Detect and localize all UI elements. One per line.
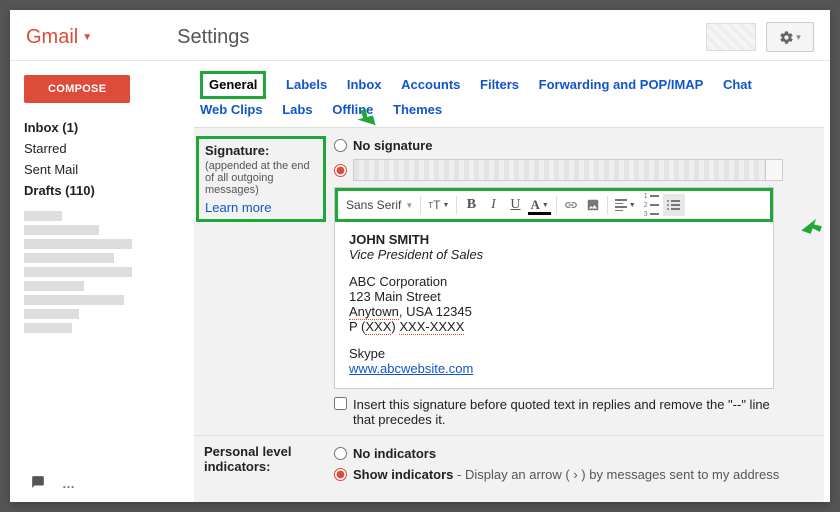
bullet-list-button[interactable] <box>663 194 685 216</box>
chevron-down-icon: ▼ <box>405 201 413 210</box>
gear-icon <box>779 30 794 45</box>
font-family-select[interactable]: Sans Serif ▼ <box>342 194 417 216</box>
signature-sublabel: (appended at the end of all outgoing mes… <box>205 160 317 196</box>
show-indicators-desc: - Display an arrow ( › ) by messages sen… <box>453 467 779 482</box>
chevron-down-icon: ▾ <box>796 32 801 43</box>
tab-web-clips[interactable]: Web Clips <box>200 99 263 121</box>
nav-drafts[interactable]: Drafts (110) <box>24 180 190 201</box>
show-indicators-label: Show indicators <box>353 467 453 482</box>
account-indicator[interactable] <box>706 23 756 51</box>
numbered-list-icon: 1 2 3 <box>644 193 659 218</box>
bullet-list-icon <box>667 200 680 210</box>
indicators-label: Personal level indicators: <box>204 444 291 474</box>
signature-learn-more[interactable]: Learn more <box>205 200 317 215</box>
insert-link-button[interactable] <box>560 194 582 216</box>
font-size-button[interactable]: TT▼ <box>424 194 453 216</box>
sig-website[interactable]: www.abcwebsite.com <box>349 361 473 376</box>
bold-button[interactable]: B <box>460 194 482 216</box>
nav-inbox[interactable]: Inbox (1) <box>24 117 190 138</box>
sig-phone: P (XXX) XXX-XXXX <box>349 319 759 334</box>
insert-before-option[interactable]: Insert this signature before quoted text… <box>334 397 774 427</box>
settings-gear-button[interactable]: ▾ <box>766 22 814 52</box>
signature-label: Signature: <box>205 143 269 158</box>
insert-before-checkbox[interactable] <box>334 397 347 410</box>
no-indicators-option[interactable]: No indicators <box>334 446 814 461</box>
italic-button[interactable]: I <box>482 194 504 216</box>
text-color-button[interactable]: A▼ <box>526 194 552 216</box>
sig-company: ABC Corporation <box>349 274 759 289</box>
align-button[interactable]: ▼ <box>611 194 640 216</box>
numbered-list-button[interactable]: 1 2 3 <box>640 194 663 216</box>
compose-button[interactable]: COMPOSE <box>24 75 130 103</box>
tab-chat[interactable]: Chat <box>723 74 752 96</box>
more-icon[interactable]: … <box>62 476 77 491</box>
signature-label-highlight: Signature: (appended at the end of all o… <box>196 136 326 222</box>
tab-offline[interactable]: Offline <box>332 99 373 121</box>
logo-dropdown-icon: ▼ <box>82 32 92 43</box>
sig-street: 123 Main Street <box>349 289 759 304</box>
insert-image-button[interactable] <box>582 194 604 216</box>
signature-identity-option[interactable]: ▴▾ <box>334 159 814 181</box>
tab-filters[interactable]: Filters <box>480 74 519 96</box>
nav-starred[interactable]: Starred <box>24 138 190 159</box>
no-indicators-radio[interactable] <box>334 447 347 460</box>
signature-textarea[interactable]: JOHN SMITH Vice President of Sales ABC C… <box>335 222 773 388</box>
tab-labs[interactable]: Labs <box>282 99 312 121</box>
settings-tabs: General Labels Inbox Accounts Filters Fo… <box>190 61 824 127</box>
show-indicators-option[interactable]: Show indicators - Display an arrow ( › )… <box>334 467 814 482</box>
signature-identity-select[interactable]: ▴▾ <box>353 159 783 181</box>
sig-role: Vice President of Sales <box>349 247 759 262</box>
signature-editor: Sans Serif ▼ TT▼ B I U <box>334 187 774 389</box>
nav-sent-mail[interactable]: Sent Mail <box>24 159 190 180</box>
tab-themes[interactable]: Themes <box>393 99 442 121</box>
tab-labels[interactable]: Labels <box>286 74 327 96</box>
sidebar-redacted <box>24 207 190 337</box>
align-left-icon <box>615 199 627 211</box>
tab-forwarding[interactable]: Forwarding and POP/IMAP <box>539 74 704 96</box>
insert-before-label: Insert this signature before quoted text… <box>353 397 774 427</box>
tab-inbox[interactable]: Inbox <box>347 74 382 96</box>
logo-text: Gmail <box>26 26 78 49</box>
underline-button[interactable]: U <box>504 194 526 216</box>
no-signature-label: No signature <box>353 138 432 153</box>
no-signature-option[interactable]: No signature <box>334 138 814 153</box>
no-indicators-label: No indicators <box>353 446 436 461</box>
no-signature-radio[interactable] <box>334 139 347 152</box>
sig-city: Anytown, USA 12345 <box>349 304 759 319</box>
chat-icon[interactable] <box>30 475 46 492</box>
signature-identity-radio[interactable] <box>334 164 347 177</box>
gmail-logo[interactable]: Gmail ▼ <box>26 26 92 49</box>
sig-name: JOHN SMITH <box>349 232 759 247</box>
font-family-label: Sans Serif <box>346 198 401 212</box>
sig-skype: Skype <box>349 346 759 361</box>
page-title: Settings <box>177 26 249 49</box>
editor-toolbar: Sans Serif ▼ TT▼ B I U <box>335 188 773 222</box>
show-indicators-radio[interactable] <box>334 468 347 481</box>
tab-accounts[interactable]: Accounts <box>401 74 460 96</box>
tab-general[interactable]: General <box>200 71 266 99</box>
